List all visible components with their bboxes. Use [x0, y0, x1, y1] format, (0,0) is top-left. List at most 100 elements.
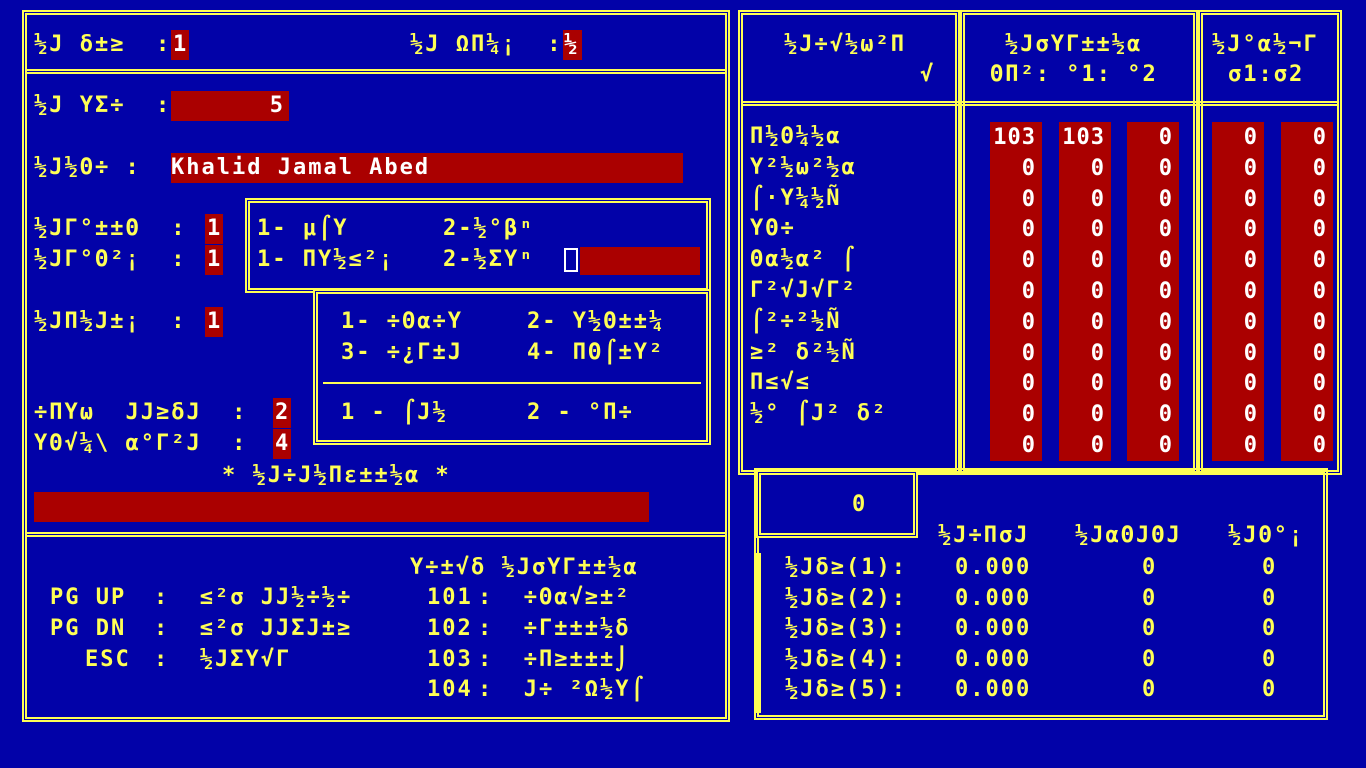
table-cell[interactable]: 0: [990, 337, 1042, 369]
field-value-b[interactable]: ½: [563, 30, 582, 60]
table-cell[interactable]: 0: [990, 276, 1042, 307]
table-cell[interactable]: 0: [990, 368, 1042, 400]
table-cell[interactable]: 0: [990, 183, 1042, 215]
table-cell[interactable]: 0: [990, 152, 1042, 184]
table-cell[interactable]: 0: [1127, 214, 1179, 246]
esc-key: ESC: [85, 647, 131, 672]
table-cell[interactable]: 0: [1212, 430, 1264, 461]
table-cell[interactable]: 103: [990, 122, 1042, 153]
summary-col2-header: ½JαΘJΘJ: [1075, 523, 1182, 548]
table-cell[interactable]: 0: [1281, 122, 1333, 153]
notes-input[interactable]: [34, 492, 649, 522]
name-input[interactable]: Khalid Jamal Abed: [171, 153, 683, 183]
table-cell[interactable]: 0: [1127, 122, 1179, 153]
left-divider-bottom: [27, 532, 725, 537]
table-cell[interactable]: 0: [1212, 368, 1264, 400]
table-cell[interactable]: 0: [1127, 245, 1179, 277]
option-e-label: ΥΘ√¼\ α°Γ²J :: [34, 431, 248, 456]
table-header-col3: ½J°α½¬Γ: [1212, 32, 1319, 57]
popup-large-opt6[interactable]: 2 - °Π÷: [527, 398, 634, 428]
table-cell[interactable]: 0: [1059, 399, 1111, 431]
table-cell[interactable]: 0: [1059, 276, 1111, 307]
table-cell[interactable]: 0: [1059, 245, 1111, 277]
table-header-col2: ½JσΥΓ±±½α: [1005, 32, 1143, 57]
name-label: ½J½Θ÷ :: [34, 155, 141, 180]
code-102-desc: : ÷Γ±±±½δ: [478, 616, 631, 641]
table-cell[interactable]: 0: [1212, 214, 1264, 246]
table-cell[interactable]: 0: [1212, 306, 1264, 338]
table-cell[interactable]: 0: [1212, 152, 1264, 184]
table-cell[interactable]: 0: [1059, 306, 1111, 338]
table-cell[interactable]: 0: [1281, 430, 1333, 461]
table-cell[interactable]: 0: [1127, 306, 1179, 338]
popup-large-opt3[interactable]: 3- ÷¿Γ±J: [341, 338, 463, 368]
table-row-label: Π½Θ¼½α: [750, 124, 842, 149]
table-cell[interactable]: 0: [1059, 337, 1111, 369]
summary-row-col1: 0.000: [955, 646, 1032, 672]
table-row-label: ≥² δ²½Ñ: [750, 339, 857, 365]
table-cell[interactable]: 0: [1059, 368, 1111, 400]
table-cell[interactable]: 0: [1127, 337, 1179, 369]
table-cell[interactable]: 0: [990, 245, 1042, 277]
table-cell[interactable]: 0: [1281, 337, 1333, 369]
table-cell[interactable]: 0: [990, 214, 1042, 246]
table-cell[interactable]: 0: [1127, 430, 1179, 461]
popup-small-opt4[interactable]: 2-½ΣΥⁿ: [443, 245, 534, 275]
option-e-value[interactable]: 4: [273, 429, 291, 459]
table-cell[interactable]: 0: [1281, 152, 1333, 184]
table-cell[interactable]: 0: [1212, 276, 1264, 307]
option-a-value[interactable]: 1: [205, 214, 223, 244]
popup-large-opt2[interactable]: 2- Υ½Θ±±¼: [527, 307, 664, 337]
popup-small-opt1[interactable]: 1- μ⌠Υ: [257, 214, 348, 244]
summary-row-col3: 0: [1262, 677, 1278, 703]
table-cell[interactable]: 0: [1212, 183, 1264, 215]
popup-small-input[interactable]: [580, 247, 700, 275]
table-cell[interactable]: 0: [1212, 399, 1264, 431]
table-cell[interactable]: 0: [1281, 368, 1333, 400]
table-cell[interactable]: 0: [1212, 245, 1264, 277]
popup-large-opt5[interactable]: 1 - ⌠J½: [341, 398, 448, 428]
code-104-desc: : J÷ ²Ω½Υ⌠: [478, 677, 646, 702]
table-cell[interactable]: 0: [990, 430, 1042, 461]
table-cell[interactable]: 0: [1281, 399, 1333, 431]
summary-row-col2: 0: [1142, 585, 1158, 611]
code-103-desc: : ÷Π≥±±±⌡: [478, 647, 631, 672]
table-cell[interactable]: 0: [1059, 152, 1111, 184]
table-cell[interactable]: 0: [1212, 122, 1264, 153]
table-cell[interactable]: 0: [1212, 337, 1264, 369]
option-c-value[interactable]: 1: [205, 307, 223, 337]
table-cell[interactable]: 103: [1059, 122, 1111, 153]
table-cell[interactable]: 0: [1059, 214, 1111, 246]
popup-small-opt2[interactable]: 2-½°βⁿ: [443, 214, 534, 244]
section-title: * ½J÷J½Πε±±½α *: [222, 463, 451, 488]
count-input[interactable]: 5: [171, 91, 289, 121]
table-cell[interactable]: 0: [1127, 368, 1179, 400]
table-header-col1: ½J÷√½ω²Π: [784, 32, 906, 57]
table-cell[interactable]: 0: [990, 306, 1042, 338]
table-cell[interactable]: 0: [1127, 399, 1179, 431]
option-d-value[interactable]: 2: [273, 398, 291, 428]
codes-title: Υ÷±√δ ½JσΥΓ±±½α: [410, 555, 639, 580]
field-label-count: ½J ΥΣ÷ :: [34, 93, 172, 118]
popup-large-opt4[interactable]: 4- ΠΘ⌠±Υ²: [527, 338, 664, 368]
summary-row-label: ½Jδ≥(5):: [785, 677, 907, 703]
table-cell[interactable]: 0: [1281, 214, 1333, 246]
table-cell[interactable]: 0: [1127, 276, 1179, 307]
option-b-value[interactable]: 1: [205, 245, 223, 275]
table-cell[interactable]: 0: [1281, 306, 1333, 338]
table-cell[interactable]: 0: [1059, 183, 1111, 215]
table-cell[interactable]: 0: [990, 399, 1042, 431]
popup-small-opt3[interactable]: 1- ΠΥ½≤²¡: [257, 245, 394, 275]
table-cell[interactable]: 0: [1281, 245, 1333, 277]
table-cell[interactable]: 0: [1281, 183, 1333, 215]
table-cell[interactable]: 0: [1127, 152, 1179, 184]
table-header-divider: [743, 101, 1337, 106]
pgdn-desc: : ≤²σ JJΣJ±≥: [154, 616, 353, 641]
field-value-a[interactable]: 1: [171, 30, 189, 60]
popup-large-opt1[interactable]: 1- ÷Θα÷Υ: [341, 307, 463, 337]
table-cell[interactable]: 0: [1127, 183, 1179, 215]
option-d-label: ÷ΠΥω JJ≥δJ :: [34, 400, 248, 425]
table-row-label: ⌠·Υ¼½Ñ: [750, 185, 842, 211]
table-cell[interactable]: 0: [1281, 276, 1333, 307]
table-cell[interactable]: 0: [1059, 430, 1111, 461]
